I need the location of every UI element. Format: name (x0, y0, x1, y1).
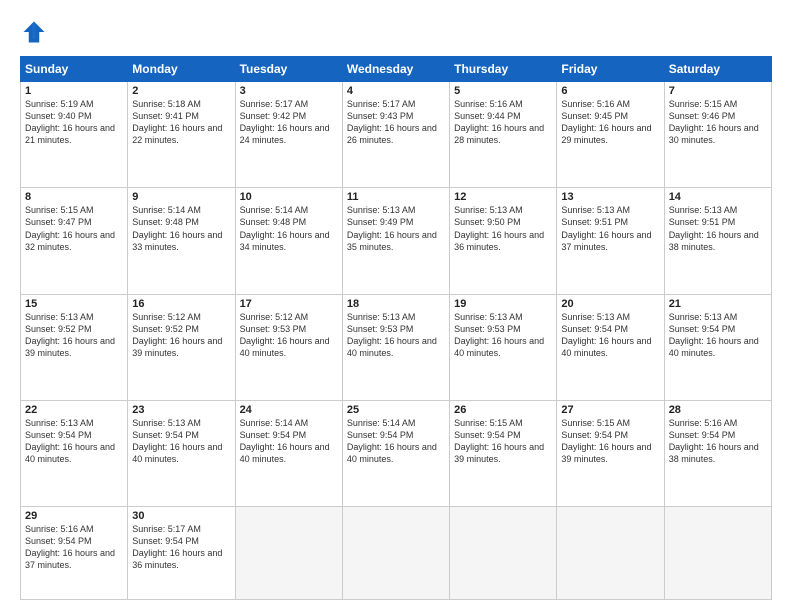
col-sunday: Sunday (21, 57, 128, 82)
table-row: 12 Sunrise: 5:13 AM Sunset: 9:50 PM Dayl… (450, 188, 557, 294)
table-row: 16 Sunrise: 5:12 AM Sunset: 9:52 PM Dayl… (128, 294, 235, 400)
table-row: 28 Sunrise: 5:16 AM Sunset: 9:54 PM Dayl… (664, 400, 771, 506)
table-row: 13 Sunrise: 5:13 AM Sunset: 9:51 PM Dayl… (557, 188, 664, 294)
calendar-table: Sunday Monday Tuesday Wednesday Thursday… (20, 56, 772, 600)
calendar-week-row: 29 Sunrise: 5:16 AM Sunset: 9:54 PM Dayl… (21, 507, 772, 600)
col-thursday: Thursday (450, 57, 557, 82)
calendar-week-row: 22 Sunrise: 5:13 AM Sunset: 9:54 PM Dayl… (21, 400, 772, 506)
table-row: 6 Sunrise: 5:16 AM Sunset: 9:45 PM Dayli… (557, 82, 664, 188)
table-row: 30 Sunrise: 5:17 AM Sunset: 9:54 PM Dayl… (128, 507, 235, 600)
empty-cell (664, 507, 771, 600)
table-row: 4 Sunrise: 5:17 AM Sunset: 9:43 PM Dayli… (342, 82, 449, 188)
page: Sunday Monday Tuesday Wednesday Thursday… (0, 0, 792, 612)
table-row: 9 Sunrise: 5:14 AM Sunset: 9:48 PM Dayli… (128, 188, 235, 294)
table-row: 26 Sunrise: 5:15 AM Sunset: 9:54 PM Dayl… (450, 400, 557, 506)
table-row: 23 Sunrise: 5:13 AM Sunset: 9:54 PM Dayl… (128, 400, 235, 506)
table-row: 7 Sunrise: 5:15 AM Sunset: 9:46 PM Dayli… (664, 82, 771, 188)
col-monday: Monday (128, 57, 235, 82)
col-saturday: Saturday (664, 57, 771, 82)
table-row: 5 Sunrise: 5:16 AM Sunset: 9:44 PM Dayli… (450, 82, 557, 188)
table-row: 14 Sunrise: 5:13 AM Sunset: 9:51 PM Dayl… (664, 188, 771, 294)
col-friday: Friday (557, 57, 664, 82)
calendar-week-row: 15 Sunrise: 5:13 AM Sunset: 9:52 PM Dayl… (21, 294, 772, 400)
table-row: 24 Sunrise: 5:14 AM Sunset: 9:54 PM Dayl… (235, 400, 342, 506)
table-row: 25 Sunrise: 5:14 AM Sunset: 9:54 PM Dayl… (342, 400, 449, 506)
table-row: 11 Sunrise: 5:13 AM Sunset: 9:49 PM Dayl… (342, 188, 449, 294)
table-row: 10 Sunrise: 5:14 AM Sunset: 9:48 PM Dayl… (235, 188, 342, 294)
col-wednesday: Wednesday (342, 57, 449, 82)
table-row: 27 Sunrise: 5:15 AM Sunset: 9:54 PM Dayl… (557, 400, 664, 506)
table-row: 2 Sunrise: 5:18 AM Sunset: 9:41 PM Dayli… (128, 82, 235, 188)
col-tuesday: Tuesday (235, 57, 342, 82)
logo (20, 18, 52, 46)
header (20, 18, 772, 46)
table-row: 22 Sunrise: 5:13 AM Sunset: 9:54 PM Dayl… (21, 400, 128, 506)
table-row: 19 Sunrise: 5:13 AM Sunset: 9:53 PM Dayl… (450, 294, 557, 400)
empty-cell (235, 507, 342, 600)
header-row: Sunday Monday Tuesday Wednesday Thursday… (21, 57, 772, 82)
logo-icon (20, 18, 48, 46)
table-row: 18 Sunrise: 5:13 AM Sunset: 9:53 PM Dayl… (342, 294, 449, 400)
table-row: 8 Sunrise: 5:15 AM Sunset: 9:47 PM Dayli… (21, 188, 128, 294)
calendar-week-row: 1 Sunrise: 5:19 AM Sunset: 9:40 PM Dayli… (21, 82, 772, 188)
table-row: 15 Sunrise: 5:13 AM Sunset: 9:52 PM Dayl… (21, 294, 128, 400)
table-row: 3 Sunrise: 5:17 AM Sunset: 9:42 PM Dayli… (235, 82, 342, 188)
empty-cell (557, 507, 664, 600)
table-row: 20 Sunrise: 5:13 AM Sunset: 9:54 PM Dayl… (557, 294, 664, 400)
empty-cell (450, 507, 557, 600)
table-row: 21 Sunrise: 5:13 AM Sunset: 9:54 PM Dayl… (664, 294, 771, 400)
table-row: 1 Sunrise: 5:19 AM Sunset: 9:40 PM Dayli… (21, 82, 128, 188)
empty-cell (342, 507, 449, 600)
calendar-week-row: 8 Sunrise: 5:15 AM Sunset: 9:47 PM Dayli… (21, 188, 772, 294)
table-row: 29 Sunrise: 5:16 AM Sunset: 9:54 PM Dayl… (21, 507, 128, 600)
table-row: 17 Sunrise: 5:12 AM Sunset: 9:53 PM Dayl… (235, 294, 342, 400)
